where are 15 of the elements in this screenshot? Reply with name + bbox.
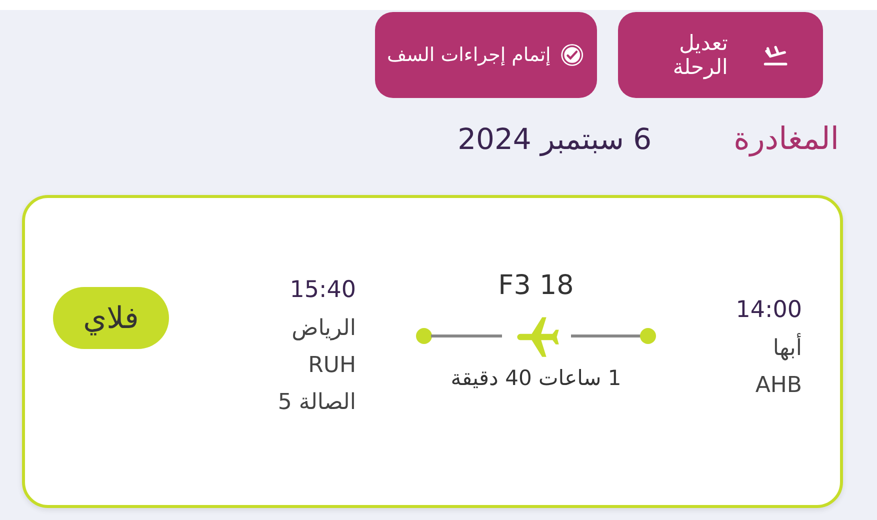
- check-in-button[interactable]: إتمام إجراءات السف: [375, 12, 597, 98]
- departure-city: أبها: [772, 332, 802, 364]
- departure-heading: المغادرة: [734, 120, 839, 159]
- departure-code: AHB: [755, 372, 802, 400]
- change-flight-button[interactable]: تعديل الرحلة: [618, 12, 823, 98]
- flight-number: F3 18: [498, 269, 574, 303]
- arrival-terminal: الصالة 5: [278, 388, 356, 416]
- flight-duration: 1 ساعات 40 دقيقة: [450, 364, 622, 392]
- departure-time: 14:00: [736, 296, 802, 325]
- check-circle-icon: [558, 41, 585, 69]
- arrival-city: الرياض: [292, 314, 356, 342]
- arrival-time: 15:40: [290, 276, 356, 305]
- flight-date: 6 سبتمبر 2024: [458, 120, 652, 158]
- airline-badge: فلاي: [53, 287, 169, 349]
- arrival-code: RUH: [308, 352, 356, 380]
